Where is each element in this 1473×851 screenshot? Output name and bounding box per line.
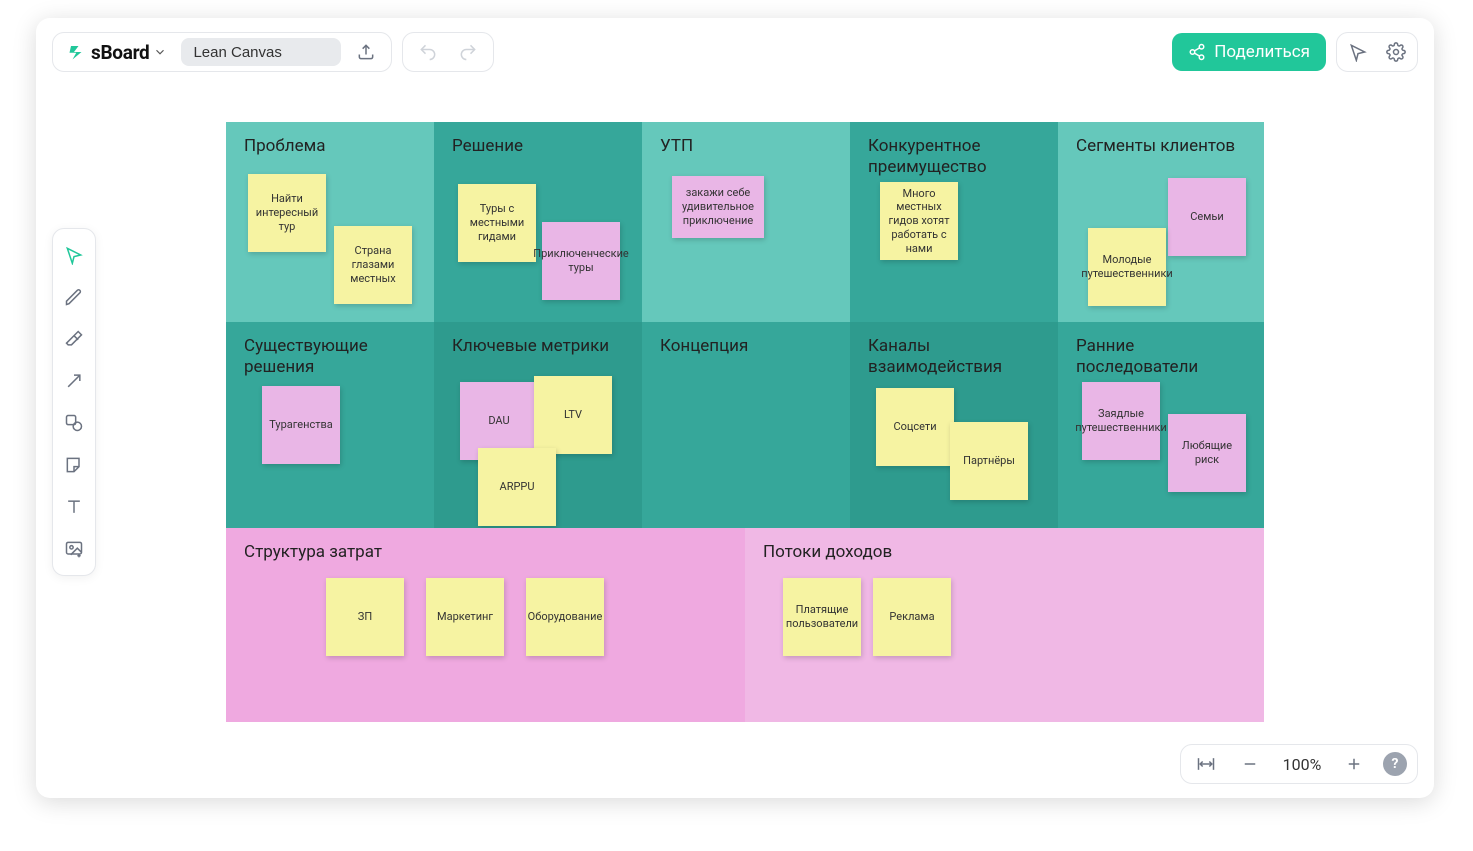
sticky-note[interactable]: закажи себе удивительное приключение	[672, 176, 764, 238]
section-title: Сегменты клиентов	[1076, 136, 1246, 157]
sticky-note[interactable]: Оборудование	[526, 578, 604, 656]
topbar-left-group: sBoard	[52, 32, 392, 72]
sticky-tool[interactable]	[56, 447, 92, 483]
sticky-note[interactable]: Турагенства	[262, 386, 340, 464]
section-title: Существующие решения	[244, 336, 416, 379]
sticky-note[interactable]: ЗП	[326, 578, 404, 656]
canvas[interactable]: Проблема Найти интересный тур Страна гла…	[226, 122, 1264, 722]
section-existing[interactable]: Существующие решения Турагенства	[226, 322, 434, 528]
sticky-note[interactable]: Соцсети	[876, 388, 954, 466]
zoom-out-button[interactable]	[1235, 749, 1265, 779]
shape-tool[interactable]	[56, 405, 92, 441]
sticky-note[interactable]: Партнёры	[950, 422, 1028, 500]
sticky-note[interactable]: Туры с местными гидами	[458, 184, 536, 262]
section-channels[interactable]: Каналы взаимодействия Соцсети Партнёры	[850, 322, 1058, 528]
section-title: Ключевые метрики	[452, 336, 624, 357]
sticky-note[interactable]: Много местных гидов хотят работать с нам…	[880, 182, 958, 260]
export-button[interactable]	[351, 37, 381, 67]
zoom-in-button[interactable]	[1339, 749, 1369, 779]
brand-menu[interactable]: sBoard	[63, 41, 171, 64]
left-toolbar	[52, 228, 96, 576]
undo-button[interactable]	[413, 37, 443, 67]
select-tool[interactable]	[56, 237, 92, 273]
fit-width-button[interactable]	[1191, 749, 1221, 779]
pen-tool[interactable]	[56, 279, 92, 315]
sticky-note[interactable]: Реклама	[873, 578, 951, 656]
section-advantage[interactable]: Конкурентное преимущество Много местных …	[850, 122, 1058, 322]
topbar: sBoard Поделиться	[52, 30, 1418, 74]
section-title: Решение	[452, 136, 624, 157]
sticky-note[interactable]: Заядлые путешественники	[1082, 382, 1160, 460]
cursor-mode-button[interactable]	[1343, 37, 1373, 67]
text-tool[interactable]	[56, 489, 92, 525]
app-frame: sBoard Поделиться	[36, 18, 1434, 798]
image-tool[interactable]	[56, 531, 92, 567]
sticky-note[interactable]: Любящие риск	[1168, 414, 1246, 492]
section-title: Структура затрат	[244, 542, 727, 563]
eraser-tool[interactable]	[56, 321, 92, 357]
section-concept[interactable]: Концепция	[642, 322, 850, 528]
sticky-note[interactable]: Семьи	[1168, 178, 1246, 256]
sticky-note[interactable]: LTV	[534, 376, 612, 454]
arrow-tool[interactable]	[56, 363, 92, 399]
section-title: УТП	[660, 136, 832, 157]
section-title: Концепция	[660, 336, 832, 357]
brand-name: sBoard	[91, 41, 149, 64]
section-uvp[interactable]: УТП закажи себе удивительное приключение	[642, 122, 850, 322]
section-title: Проблема	[244, 136, 416, 157]
section-customers[interactable]: Сегменты клиентов Семьи Молодые путешест…	[1058, 122, 1264, 322]
sticky-note[interactable]: ARPPU	[478, 448, 556, 526]
settings-button[interactable]	[1381, 37, 1411, 67]
sticky-note[interactable]: Найти интересный тур	[248, 174, 326, 252]
sticky-note[interactable]: Маркетинг	[426, 578, 504, 656]
sticky-note[interactable]: Приключенческие туры	[542, 222, 620, 300]
share-label: Поделиться	[1214, 42, 1310, 62]
topbar-right-group	[1336, 32, 1418, 72]
section-title: Каналы взаимодействия	[868, 336, 1040, 379]
share-button[interactable]: Поделиться	[1172, 33, 1326, 71]
brand-logo-icon	[67, 42, 87, 62]
section-title: Конкурентное преимущество	[868, 136, 1040, 179]
section-costs[interactable]: Структура затрат ЗП Маркетинг Оборудован…	[226, 528, 745, 722]
section-solution[interactable]: Решение Туры с местными гидами Приключен…	[434, 122, 642, 322]
share-icon	[1188, 43, 1206, 61]
sticky-note[interactable]: Платящие пользователи	[783, 578, 861, 656]
section-revenue[interactable]: Потоки доходов Платящие пользователи Рек…	[745, 528, 1264, 722]
section-title: Ранние последователи	[1076, 336, 1246, 379]
section-problem[interactable]: Проблема Найти интересный тур Страна гла…	[226, 122, 434, 322]
chevron-down-icon	[153, 45, 167, 59]
sticky-note[interactable]: Молодые путешественники	[1088, 228, 1166, 306]
board-title-input[interactable]	[181, 38, 341, 66]
sticky-note[interactable]: Страна глазами местных	[334, 226, 412, 304]
zoom-bar: 100% ?	[1180, 744, 1418, 784]
zoom-level: 100%	[1279, 755, 1325, 774]
help-button[interactable]: ?	[1383, 752, 1407, 776]
section-early[interactable]: Ранние последователи Заядлые путешествен…	[1058, 322, 1264, 528]
history-group	[402, 32, 494, 72]
redo-button[interactable]	[453, 37, 483, 67]
section-title: Потоки доходов	[763, 542, 1246, 563]
section-metrics[interactable]: Ключевые метрики DAU LTV ARPPU	[434, 322, 642, 528]
